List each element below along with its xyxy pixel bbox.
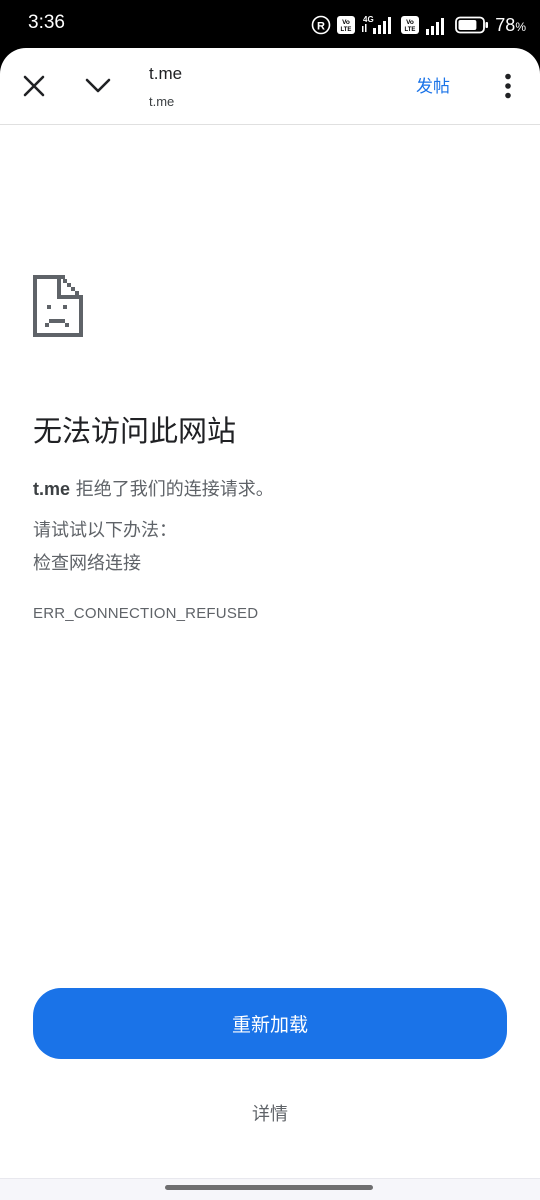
- status-icons: R Vo LTE 4G Vo LTE 78%: [311, 12, 526, 38]
- signal-4g-icon: 4G: [362, 15, 392, 34]
- minimize-button[interactable]: [78, 66, 118, 106]
- svg-text:R: R: [317, 21, 325, 33]
- more-options-button[interactable]: [488, 66, 528, 106]
- volte-icon-2: Vo LTE: [401, 16, 420, 34]
- svg-text:Vo: Vo: [406, 19, 414, 26]
- signal-icon: [426, 18, 445, 35]
- battery-icon: [455, 16, 489, 34]
- svg-text:LTE: LTE: [405, 27, 416, 33]
- error-title: 无法访问此网站: [33, 414, 237, 448]
- chevron-down-icon: [85, 78, 111, 93]
- custom-tab-sheet: t.me t.me 发帖 无法访问此网站 t.me 拒绝了我们的连接请求。 请试…: [0, 48, 540, 1200]
- clock: 3:36: [28, 12, 65, 33]
- details-button[interactable]: 详情: [0, 1100, 540, 1126]
- more-vert-icon: [505, 73, 511, 99]
- reload-button[interactable]: 重新加载: [33, 988, 507, 1059]
- suggestions-heading: 请试试以下办法：: [33, 520, 177, 541]
- sad-page-icon: [33, 275, 83, 337]
- status-bar: 3:36 R Vo LTE 4G Vo LTE 78%: [0, 0, 540, 48]
- network-type-label: 4G: [363, 15, 374, 24]
- close-button[interactable]: [14, 66, 54, 106]
- post-button[interactable]: 发帖: [416, 72, 450, 97]
- page-url: t.me: [149, 94, 175, 109]
- volte-icon: Vo LTE: [337, 16, 356, 34]
- page-title: t.me: [149, 64, 183, 83]
- error-message-text: 拒绝了我们的连接请求。: [75, 479, 274, 500]
- error-host: t.me: [33, 479, 71, 499]
- close-icon: [23, 75, 45, 97]
- battery-percent: 78%: [495, 14, 526, 35]
- home-gesture-handle[interactable]: [165, 1185, 373, 1190]
- custom-tab-toolbar: t.me t.me 发帖: [0, 48, 540, 125]
- registered-trademark-icon: R: [311, 15, 331, 35]
- error-message: t.me 拒绝了我们的连接请求。: [33, 475, 274, 501]
- error-code: ERR_CONNECTION_REFUSED: [33, 605, 259, 622]
- suggestion-item: 检查网络连接: [33, 553, 141, 574]
- gesture-navigation-bar: [0, 1178, 540, 1200]
- svg-text:Vo: Vo: [342, 19, 350, 26]
- svg-text:LTE: LTE: [341, 27, 352, 33]
